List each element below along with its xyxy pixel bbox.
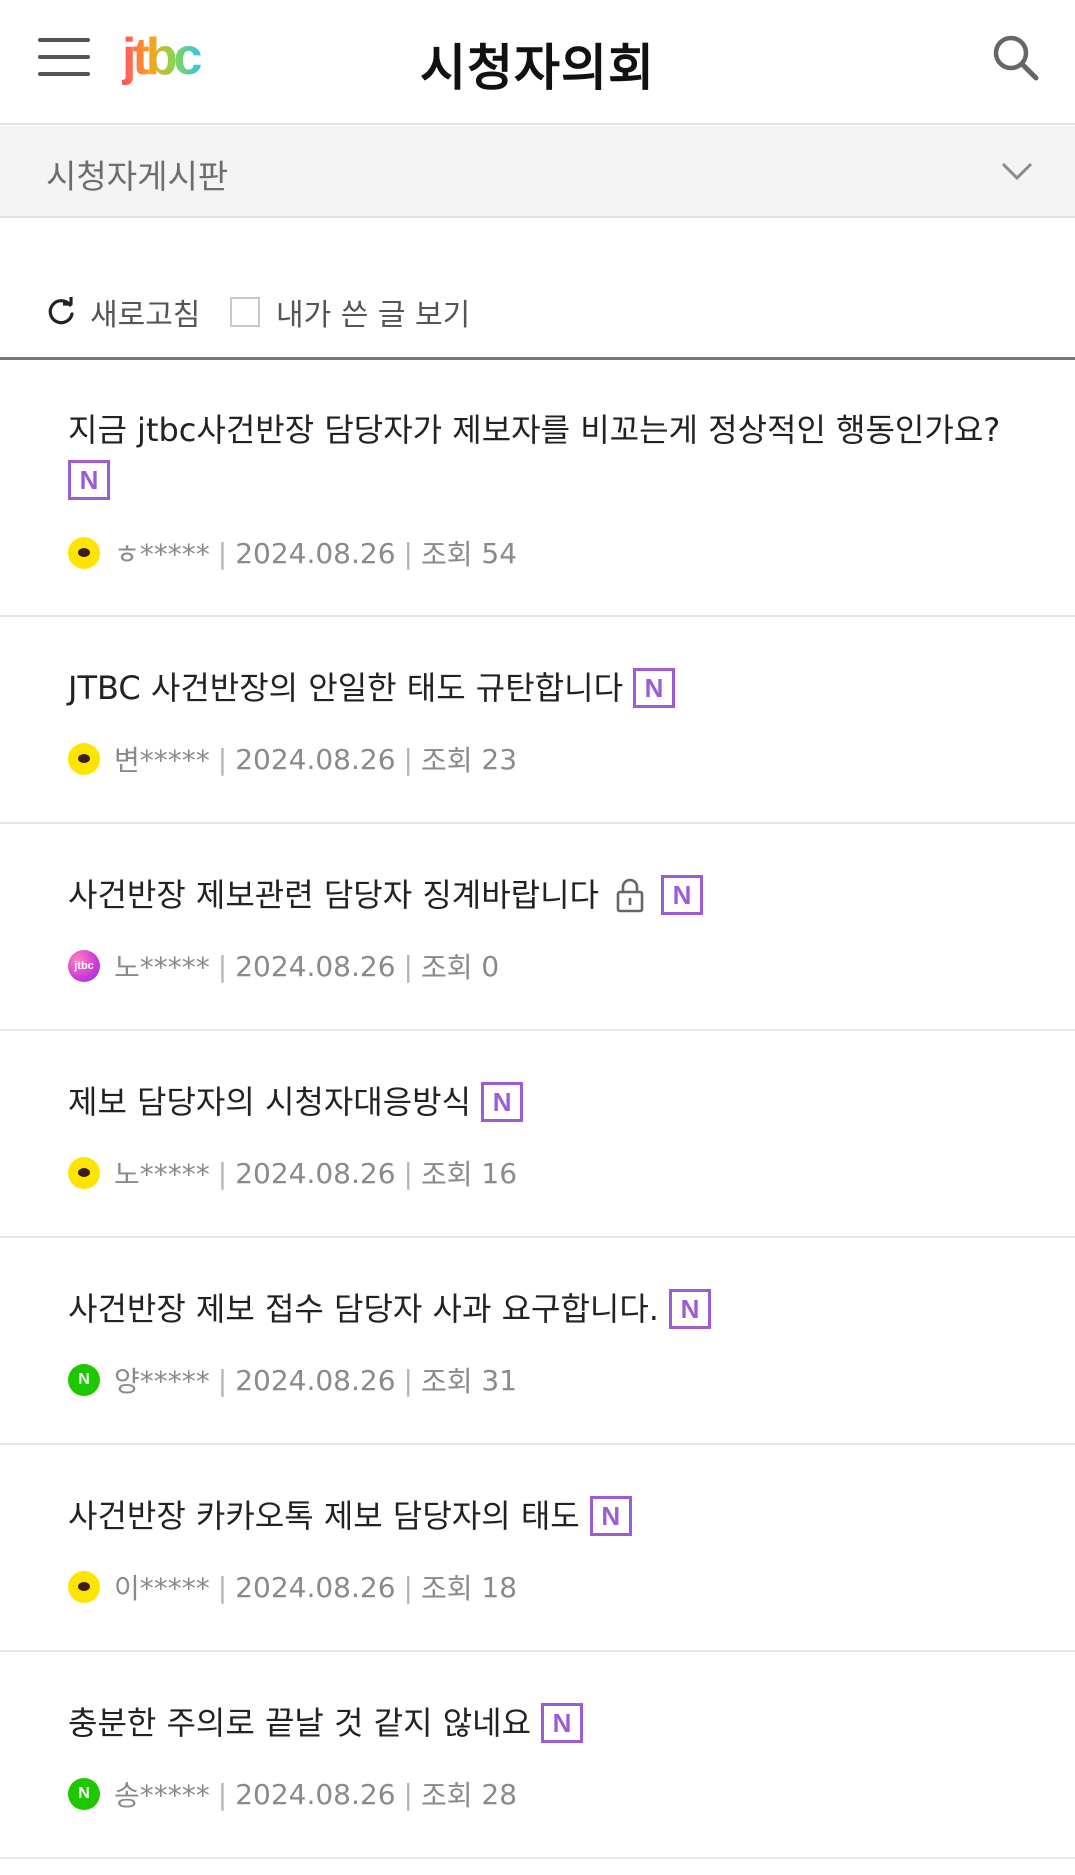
search-icon[interactable] [990, 32, 1042, 84]
post-views-label: 조회 [420, 951, 473, 984]
chevron-down-icon [1000, 156, 1034, 186]
post-views: 23 [481, 742, 518, 776]
new-badge: N [668, 1289, 711, 1329]
post-title-text: JTBC 사건반장의 안일한 태도 규탄합니다 [68, 669, 624, 707]
post-title[interactable]: 사건반장 제보관련 담당자 징계바랍니다 N [68, 870, 1035, 918]
post-title-text: 제보 담당자의 시청자대응방식 [68, 1083, 472, 1121]
post-views: 0 [481, 949, 500, 983]
post-views: 28 [481, 1777, 518, 1811]
post-item[interactable]: JTBC 사건반장의 안일한 태도 규탄합니다 N 변***** | 2024.0… [0, 617, 1075, 824]
post-meta: ㅎ***** | 2024.08.26 | 조회 54 [68, 535, 517, 571]
naver-login-icon: N [68, 1778, 100, 1810]
post-title[interactable]: 사건반장 카카오톡 제보 담당자의 태도 N [68, 1491, 1035, 1539]
post-title-text: 지금 jtbc사건반장 담당자가 제보자를 비꼬는게 정상적인 행동인가요? [68, 411, 1001, 449]
post-author: 이***** [114, 1572, 210, 1605]
post-meta: 변***** | 2024.08.26 | 조회 23 [68, 741, 517, 777]
post-meta: N 양***** | 2024.08.26 | 조회 31 [68, 1362, 517, 1398]
post-views-label: 조회 [420, 1158, 473, 1191]
refresh-label: 새로고침 [90, 298, 201, 333]
post-title[interactable]: 제보 담당자의 시청자대응방식 N [68, 1077, 1035, 1125]
post-views-label: 조회 [420, 744, 473, 777]
my-posts-label: 내가 쓴 글 보기 [276, 298, 471, 333]
post-views-label: 조회 [420, 1365, 473, 1398]
post-title-text: 사건반장 제보관련 담당자 징계바랍니다 [68, 876, 599, 914]
post-item[interactable]: 사건반장 카카오톡 제보 담당자의 태도 N 이***** | 2024.08.2… [0, 1445, 1075, 1652]
post-title-text: 사건반장 카카오톡 제보 담당자의 태도 [68, 1497, 580, 1535]
hamburger-menu-icon[interactable] [38, 36, 90, 78]
post-date: 2024.08.26 [235, 1570, 396, 1604]
post-date: 2024.08.26 [235, 536, 396, 570]
post-date: 2024.08.26 [235, 1777, 396, 1811]
kakao-login-icon [68, 1157, 100, 1189]
post-title[interactable]: JTBC 사건반장의 안일한 태도 규탄합니다 N [68, 663, 1035, 711]
post-title-text: 사건반장 제보 접수 담당자 사과 요구합니다. [68, 1290, 659, 1328]
kakao-login-icon [68, 1571, 100, 1603]
kakao-login-icon [68, 537, 100, 569]
post-views-label: 조회 [420, 1572, 473, 1605]
my-posts-toggle[interactable]: 내가 쓴 글 보기 [230, 290, 470, 334]
post-author: 송***** [114, 1779, 210, 1812]
post-item[interactable]: 지금 jtbc사건반장 담당자가 제보자를 비꼬는게 정상적인 행동인가요? N… [0, 361, 1075, 617]
post-author: 노***** [114, 951, 210, 984]
post-views: 16 [481, 1156, 518, 1190]
refresh-button[interactable]: 새로고침 [46, 290, 200, 334]
refresh-icon [46, 297, 76, 327]
post-meta: N 송***** | 2024.08.26 | 조회 28 [68, 1776, 517, 1812]
post-author: 변***** [114, 744, 210, 777]
post-title[interactable]: 사건반장 제보 접수 담당자 사과 요구합니다. N [68, 1284, 1035, 1332]
new-badge: N [481, 1082, 524, 1122]
post-date: 2024.08.26 [235, 1156, 396, 1190]
kakao-login-icon [68, 743, 100, 775]
app-header: jtbc 시청자의회 [0, 0, 1075, 125]
post-item[interactable]: 사건반장 제보 접수 담당자 사과 요구합니다. N N 양***** | 202… [0, 1238, 1075, 1445]
post-views: 18 [481, 1570, 518, 1604]
post-title[interactable]: 지금 jtbc사건반장 담당자가 제보자를 비꼬는게 정상적인 행동인가요? N [68, 405, 1035, 500]
post-meta: 노***** | 2024.08.26 | 조회 16 [68, 1155, 517, 1191]
logo-wordmark: jtbc [122, 30, 202, 86]
my-posts-checkbox[interactable] [230, 297, 260, 327]
new-badge: N [541, 1703, 584, 1743]
post-date: 2024.08.26 [235, 949, 396, 983]
board-selector-dropdown[interactable]: 시청자게시판 [0, 126, 1075, 218]
new-badge: N [68, 460, 110, 500]
board-selector-label: 시청자게시판 [46, 157, 229, 196]
post-date: 2024.08.26 [235, 1363, 396, 1397]
post-item[interactable]: 충분한 주의로 끝날 것 같지 않네요 N N 송***** | 2024.08.… [0, 1652, 1075, 1859]
post-item[interactable]: 제보 담당자의 시청자대응방식 N 노***** | 2024.08.26 | 조… [0, 1031, 1075, 1238]
post-meta: jtbc 노***** | 2024.08.26 | 조회 0 [68, 948, 499, 984]
post-views-label: 조회 [420, 1779, 473, 1812]
post-item[interactable]: 사건반장 제보관련 담당자 징계바랍니다 N jtbc 노***** | 202… [0, 824, 1075, 1031]
post-views: 54 [481, 536, 518, 570]
list-toolbar: 새로고침 내가 쓴 글 보기 [0, 218, 1075, 360]
post-author: ㅎ***** [114, 538, 210, 571]
post-title[interactable]: 충분한 주의로 끝날 것 같지 않네요 N [68, 1698, 1035, 1746]
post-date: 2024.08.26 [235, 742, 396, 776]
post-views-label: 조회 [420, 538, 473, 571]
naver-login-icon: N [68, 1364, 100, 1396]
jtbc-login-icon: jtbc [68, 950, 100, 982]
new-badge: N [661, 875, 703, 915]
lock-icon [615, 877, 645, 913]
new-badge: N [633, 668, 676, 708]
jtbc-logo[interactable]: jtbc [122, 30, 222, 86]
post-author: 양***** [114, 1365, 210, 1398]
post-meta: 이***** | 2024.08.26 | 조회 18 [68, 1569, 517, 1605]
post-author: 노***** [114, 1158, 210, 1191]
post-views: 31 [481, 1363, 518, 1397]
new-badge: N [589, 1496, 632, 1536]
post-title-text: 충분한 주의로 끝날 것 같지 않네요 [68, 1704, 532, 1742]
